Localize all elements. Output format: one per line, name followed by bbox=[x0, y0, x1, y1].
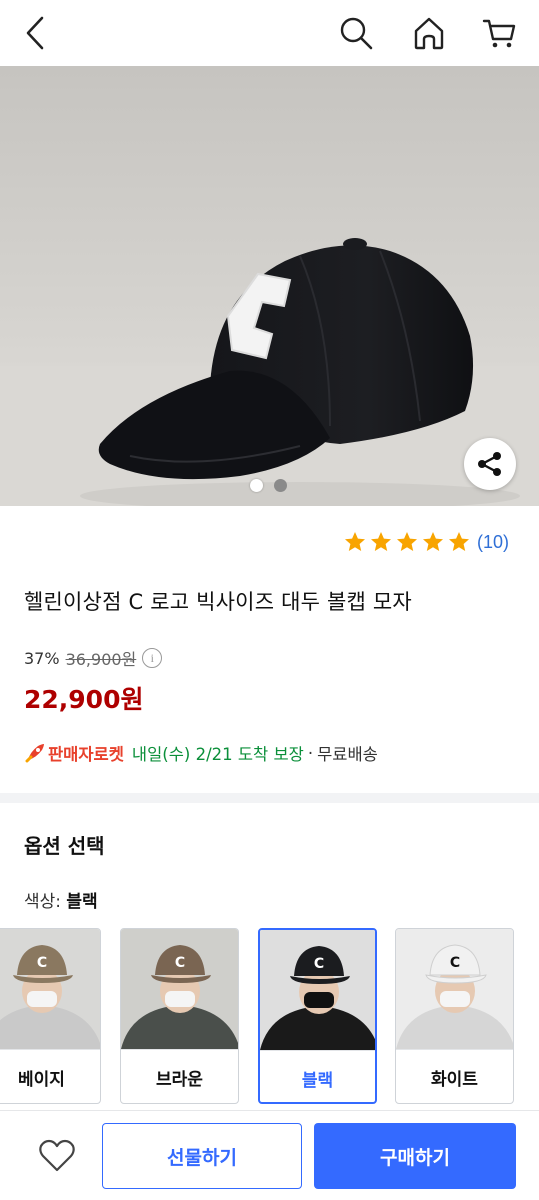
color-value: 블랙 bbox=[66, 892, 98, 912]
cart-icon[interactable] bbox=[478, 12, 520, 54]
star-rating bbox=[341, 530, 471, 554]
share-button[interactable] bbox=[464, 438, 516, 490]
delivery-separator: · bbox=[307, 743, 314, 763]
option-card-white[interactable]: C 화이트 bbox=[395, 928, 514, 1104]
product-image-carousel[interactable] bbox=[0, 66, 539, 506]
rocket-icon bbox=[25, 744, 44, 763]
gift-button[interactable]: 선물하기 bbox=[102, 1123, 302, 1189]
option-thumbnail: C bbox=[0, 929, 100, 1049]
star-icon bbox=[370, 532, 391, 551]
product-title: 헬린이상점 C 로고 빅사이즈 대두 볼캡 모자 bbox=[24, 590, 412, 614]
search-icon[interactable] bbox=[335, 12, 377, 54]
option-card-beige[interactable]: C 베이지 bbox=[0, 928, 101, 1104]
color-label: 색상: bbox=[24, 892, 62, 912]
discount-rate: 37% bbox=[24, 648, 60, 668]
option-thumbnail: C bbox=[121, 929, 238, 1049]
option-card-black[interactable]: C 블랙 bbox=[258, 928, 377, 1104]
star-icon bbox=[396, 532, 417, 551]
svg-text:C: C bbox=[314, 956, 324, 972]
review-count[interactable]: (10) bbox=[477, 532, 509, 553]
wishlist-button[interactable] bbox=[34, 1133, 80, 1179]
rating[interactable]: (10) bbox=[341, 530, 509, 554]
heart-icon bbox=[39, 1139, 75, 1172]
free-shipping: 무료배송 bbox=[317, 745, 378, 764]
seller-rocket-badge: 판매자로켓 bbox=[24, 741, 124, 765]
option-thumbnail: C bbox=[260, 930, 375, 1050]
home-icon[interactable] bbox=[408, 12, 450, 54]
star-icon bbox=[422, 532, 443, 551]
svg-text:C: C bbox=[37, 955, 47, 971]
share-icon bbox=[478, 452, 501, 476]
star-icon bbox=[344, 532, 365, 551]
svg-text:C: C bbox=[450, 955, 460, 971]
delivery-date: 내일(수) 2/21 도착 보장 bbox=[131, 745, 304, 764]
star-icon bbox=[448, 532, 469, 551]
top-nav-bar bbox=[0, 0, 539, 66]
option-label: 화이트 bbox=[396, 1049, 513, 1103]
svg-text:C: C bbox=[175, 955, 185, 971]
option-label: 블랙 bbox=[260, 1050, 375, 1102]
selected-color: 색상: 블랙 bbox=[24, 887, 98, 912]
buy-button[interactable]: 구매하기 bbox=[314, 1123, 516, 1189]
carousel-dot[interactable] bbox=[274, 479, 287, 492]
info-icon[interactable]: i bbox=[142, 648, 163, 668]
cap-photo bbox=[0, 66, 539, 506]
option-card-brown[interactable]: C 브라운 bbox=[120, 928, 239, 1104]
chevron-left-icon[interactable] bbox=[14, 12, 56, 54]
option-label: 베이지 bbox=[0, 1049, 100, 1103]
carousel-dot-active[interactable] bbox=[250, 479, 263, 492]
color-options: C 베이지 C 브라운 C 블랙 C 화이트 bbox=[0, 928, 539, 1106]
bottom-action-bar: 선물하기 구매하기 bbox=[0, 1110, 539, 1200]
sale-price: 22,900원 bbox=[24, 685, 144, 714]
original-price: 36,900원 bbox=[65, 650, 137, 669]
option-thumbnail: C bbox=[396, 929, 513, 1049]
section-divider bbox=[0, 793, 539, 803]
delivery-info: 판매자로켓 내일(수) 2/21 도착 보장 · 무료배송 bbox=[24, 741, 378, 765]
option-heading: 옵션 선택 bbox=[24, 834, 105, 858]
seller-rocket-label: 판매자로켓 bbox=[48, 745, 124, 764]
option-label: 브라운 bbox=[121, 1049, 238, 1103]
original-price-row: 37% 36,900원 i bbox=[24, 646, 163, 670]
